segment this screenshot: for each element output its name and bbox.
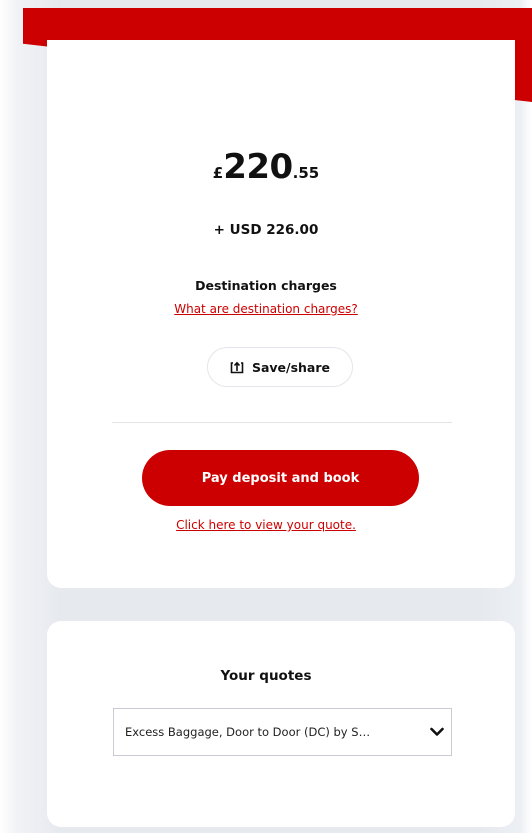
- save-share-button[interactable]: Save/share: [207, 347, 353, 387]
- additional-charge: + USD 226.00: [213, 222, 319, 238]
- quotes-select-value: Excess Baggage, Door to Door (DC) by S…: [125, 725, 371, 739]
- pay-deposit-label: Pay deposit and book: [201, 470, 360, 486]
- chevron-down-icon: [423, 727, 451, 737]
- price-display: £220.55: [0, 150, 532, 184]
- price-whole: 220: [223, 147, 293, 187]
- divider: [112, 422, 452, 423]
- quotes-title: Your quotes: [220, 668, 312, 684]
- quotes-select[interactable]: Excess Baggage, Door to Door (DC) by S…: [113, 708, 452, 756]
- share-upload-icon: [230, 361, 244, 374]
- currency-symbol: £: [212, 164, 224, 182]
- save-share-label: Save/share: [251, 359, 331, 375]
- destination-charges-title: Destination charges: [195, 278, 337, 293]
- pay-deposit-button[interactable]: Pay deposit and book: [142, 450, 419, 506]
- price-decimal: .55: [292, 164, 320, 182]
- destination-charges-link[interactable]: What are destination charges?: [0, 302, 532, 316]
- view-quote-link[interactable]: Click here to view your quote.: [0, 518, 532, 532]
